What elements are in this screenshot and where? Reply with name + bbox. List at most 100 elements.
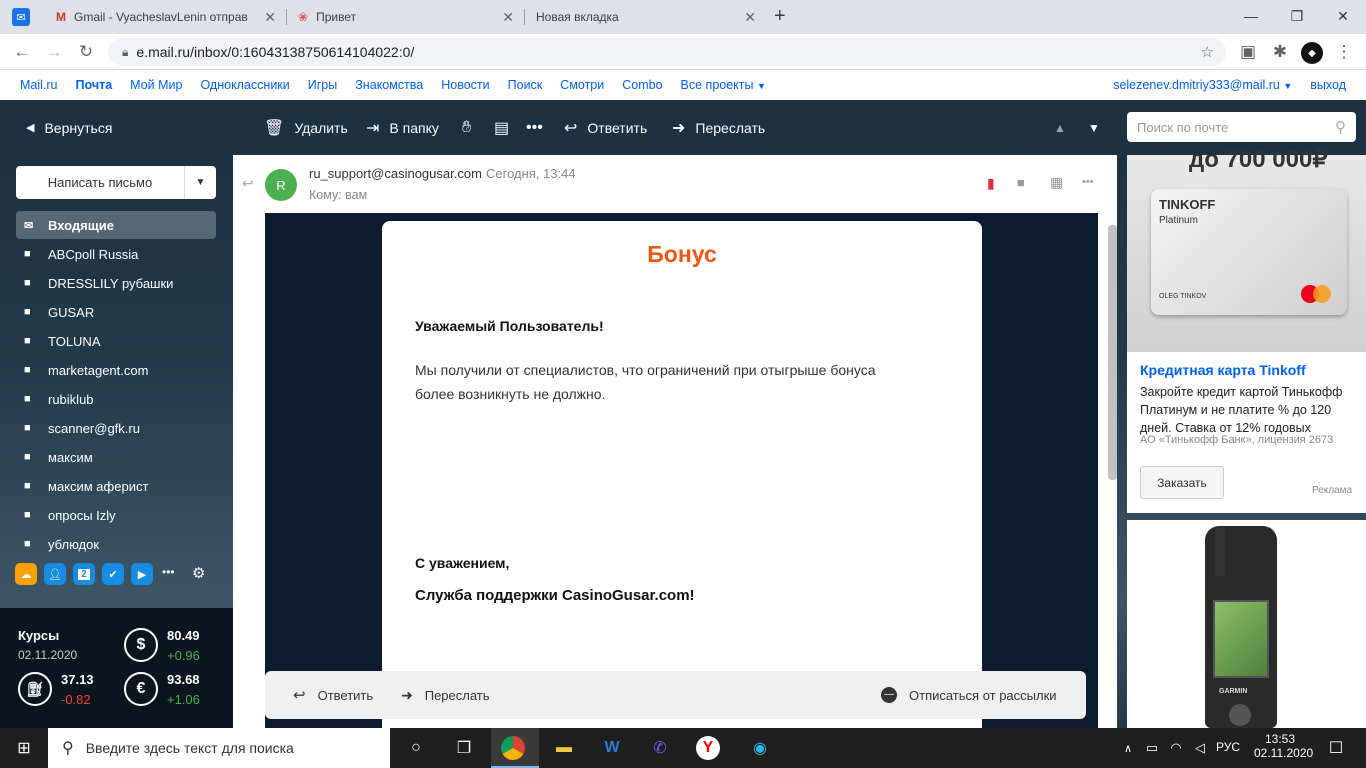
sidebar-item-folder[interactable]: ■ TOLUNA (16, 327, 216, 355)
ad-title[interactable]: Кредитная карта Tinkoff (1140, 362, 1306, 378)
restore-icon[interactable]: ❐ (1274, 0, 1320, 32)
volume-icon[interactable]: ◁ (1186, 734, 1214, 762)
reply-button[interactable]: ↩ Ответить (293, 686, 373, 704)
file-explorer-icon[interactable]: ▬ (550, 734, 578, 762)
sidebar-item-folder[interactable]: ■ ублюдок (16, 530, 216, 558)
chrome-icon[interactable] (501, 736, 525, 760)
tab-gmail[interactable]: M Gmail - VyacheslavLenin отправ ✕ (46, 0, 286, 34)
compose-button[interactable]: Написать письмо ▼ (16, 166, 216, 199)
forward-button[interactable]: ➜ Переслать (401, 687, 490, 704)
sidebar-item-folder[interactable]: ■ максим (16, 443, 216, 471)
sidebar-item-folder[interactable]: ■ rubiklub (16, 385, 216, 413)
portal-link-search[interactable]: Поиск (508, 78, 543, 92)
calendar-icon[interactable]: ▦ (1050, 174, 1063, 191)
minimize-icon[interactable]: — (1228, 0, 1274, 32)
reply-arrow-icon[interactable]: ↩ (242, 175, 254, 192)
logout-link[interactable]: выход (1310, 78, 1346, 92)
unsubscribe-button[interactable]: — Отписаться от рассылки (881, 687, 1057, 703)
ad-top-text: до 700 000₽ (1189, 146, 1328, 173)
delete-button[interactable]: 🗑︎ Удалить (264, 100, 348, 155)
video-icon[interactable]: ■ (1017, 175, 1025, 190)
user-email-link[interactable]: selezenev.dmitriy333@mail.ru ▼ (1113, 78, 1292, 92)
menu-dots-icon[interactable]: ⋮ (1332, 40, 1356, 64)
back-arrow-icon[interactable]: ← (10, 40, 34, 64)
next-message-button[interactable]: ▼ (1088, 100, 1100, 155)
reload-icon[interactable]: ↻ (74, 40, 98, 64)
portal-link-pochta[interactable]: Почта (76, 78, 113, 92)
profile-icon[interactable]: ◆ (1301, 42, 1323, 64)
address-bar[interactable]: 🔒︎ e.mail.ru/inbox/0:1604313875061410402… (108, 38, 1226, 66)
chevron-down-icon[interactable]: ▼ (184, 166, 216, 199)
sidebar-item-folder[interactable]: ■ DRESSLILY рубашки (16, 269, 216, 297)
video-call-icon[interactable]: ▶ (131, 563, 153, 585)
archive-button[interactable]: ▤ (494, 100, 519, 155)
tab-new[interactable]: Новая вкладка ✕ (526, 0, 766, 34)
gear-icon[interactable]: ⚙ (192, 564, 205, 582)
new-tab-icon[interactable]: + (774, 5, 786, 28)
sender-email[interactable]: ru_support@casinogusar.com (309, 166, 482, 181)
ad-tinkoff[interactable]: до 700 000₽ TINKOFF Platinum OLEG TINKOV… (1127, 146, 1366, 513)
close-icon[interactable]: ✕ (502, 9, 514, 26)
spam-button[interactable]: ✋︎ (462, 100, 481, 155)
edge-icon[interactable]: ◉ (746, 734, 774, 762)
task-view-icon[interactable]: ❐ (450, 734, 478, 762)
portal-link-mailru[interactable]: Mail.ru (20, 78, 58, 92)
notification-icon[interactable]: ☐ (1322, 734, 1350, 762)
ad-image: до 700 000₽ TINKOFF Platinum OLEG TINKOV (1127, 146, 1366, 352)
tab-privet[interactable]: ❀ Привет ✕ (288, 0, 524, 34)
contacts-icon[interactable]: 👤︎ (44, 563, 66, 585)
cloud-icon[interactable]: ☁ (15, 563, 37, 585)
taskbar-search-input[interactable]: ⚲ Введите здесь текст для поиска (48, 728, 390, 768)
yandex-icon[interactable]: Y (696, 736, 720, 760)
windows-taskbar: ⊞ ⚲ Введите здесь текст для поиска ○ ❐ ▬… (0, 728, 1366, 768)
sidebar-item-inbox[interactable]: ✉ Входящие (16, 211, 216, 239)
reply-arrow-icon: ↩ (293, 687, 306, 704)
sidebar-item-folder[interactable]: ■ ABCpoll Russia (16, 240, 216, 268)
mail-tab-icon[interactable]: ✉ (12, 8, 30, 26)
portal-link-news[interactable]: Новости (441, 78, 489, 92)
portal-link-dating[interactable]: Знакомства (355, 78, 423, 92)
language-indicator[interactable]: РУС (1216, 740, 1240, 754)
close-icon[interactable]: ✕ (264, 9, 276, 26)
bookmark-icon[interactable]: ▮ (987, 175, 995, 192)
cortana-icon[interactable]: ○ (402, 734, 430, 762)
window-close-icon[interactable]: ✕ (1320, 0, 1366, 32)
word-icon[interactable]: W (598, 734, 626, 762)
star-icon[interactable]: ☆ (1201, 43, 1214, 61)
more-dots-icon[interactable]: ••• (162, 565, 175, 579)
move-to-folder-button[interactable]: ⇥ В папку (366, 100, 439, 155)
search-icon[interactable]: ⚲ (1335, 118, 1346, 136)
reply-button[interactable]: ↩ Ответить (564, 100, 647, 155)
portal-link-all-projects[interactable]: Все проекты ▼ (681, 78, 766, 92)
portal-link-watch[interactable]: Смотри (560, 78, 604, 92)
sidebar-item-folder[interactable]: ■ scanner@gfk.ru (16, 414, 216, 442)
sidebar-item-folder[interactable]: ■ marketagent.com (16, 356, 216, 384)
folder-icon: ■ (24, 480, 31, 492)
close-icon[interactable]: ✕ (744, 9, 756, 26)
more-button[interactable]: ••• (526, 100, 553, 155)
ad-order-button[interactable]: Заказать (1140, 466, 1224, 499)
calendar-icon[interactable]: 2 (73, 563, 95, 585)
scrollbar[interactable] (1108, 225, 1117, 480)
prev-message-button[interactable]: ▲ (1054, 100, 1066, 155)
forward-button[interactable]: ➜ Переслать (672, 100, 765, 155)
sidebar-item-folder[interactable]: ■ максим аферист (16, 472, 216, 500)
mail-search-input[interactable]: Поиск по почте ⚲ (1127, 112, 1356, 142)
windows-start-icon[interactable]: ⊞ (10, 734, 38, 762)
portal-link-moymir[interactable]: Мой Мир (130, 78, 182, 92)
portal-link-combo[interactable]: Combo (622, 78, 662, 92)
back-button[interactable]: ◀ Вернуться (26, 100, 112, 155)
ad-garmin[interactable]: GARMIN (1127, 520, 1366, 728)
portal-link-ok[interactable]: Одноклассники (200, 78, 289, 92)
extension-icon[interactable]: ▣ (1236, 40, 1260, 64)
clock[interactable]: 13:53 02.11.2020 (1254, 732, 1313, 760)
puzzle-icon[interactable]: ✱ (1268, 40, 1292, 64)
folder-icon: ■ (24, 393, 31, 405)
sidebar-item-folder[interactable]: ■ опросы Izly (16, 501, 216, 529)
more-dots-icon[interactable]: ••• (1082, 176, 1094, 188)
forward-arrow-icon[interactable]: → (42, 40, 66, 64)
tasks-icon[interactable]: ✔ (102, 563, 124, 585)
portal-link-games[interactable]: Игры (308, 78, 337, 92)
viber-icon[interactable]: ✆ (646, 734, 674, 762)
sidebar-item-folder[interactable]: ■ GUSAR (16, 298, 216, 326)
